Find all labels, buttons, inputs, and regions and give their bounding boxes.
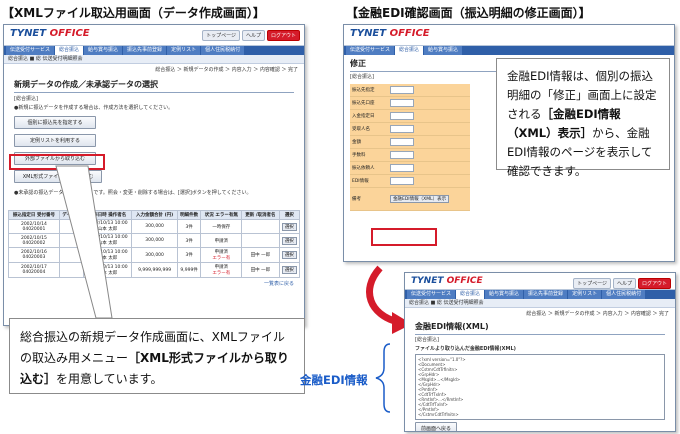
main-nav: 伝送受付サービス 総合振込 給与賞与振込 振込先事前登録 定例リスト 個人住民税…: [405, 290, 675, 299]
form-field[interactable]: [390, 99, 414, 107]
edi-xml-button[interactable]: 金融EDI情報（XML）表示: [390, 195, 450, 203]
help-button[interactable]: ヘルプ: [612, 278, 636, 289]
nav-tab[interactable]: 給与賞与振込: [485, 290, 524, 299]
form-field[interactable]: [390, 138, 414, 146]
xml-section-title: ファイルより取り込んだ金融EDI情報(XML): [415, 346, 516, 352]
nav-tab[interactable]: 給与賞与振込: [424, 46, 463, 55]
form-field[interactable]: [390, 125, 414, 133]
callout-right: 金融EDI情報は、個別の振込明細の「修正」画面上に設定される［金融EDI情報（X…: [496, 58, 670, 178]
form-field[interactable]: [390, 151, 414, 159]
form-label: 備考: [352, 197, 361, 202]
form-label: 振込先指定: [352, 88, 375, 93]
nav-tab[interactable]: 個人住民税納付: [602, 290, 646, 299]
form-field[interactable]: [390, 177, 414, 185]
sub-nav[interactable]: 総合振込 ■ 総 伝送受付明細照会: [405, 299, 675, 308]
callout-left: 総合振込の新規データ作成画面に、XMLファイルの取込み用メニュー［XML形式ファ…: [9, 318, 305, 394]
top-page-button[interactable]: トップページ: [573, 278, 611, 289]
form-field[interactable]: [390, 164, 414, 172]
form-label: 入金指定日: [352, 114, 375, 119]
form-label: EDI情報: [352, 179, 369, 184]
screen-edi-info: TYNET OFFICE トップページ ヘルプ ログアウト 伝送受付サービス 総…: [404, 272, 676, 432]
edi-info-label: 金融EDI情報: [300, 373, 368, 387]
brace-icon: [375, 343, 391, 413]
form-label: 受取人名: [352, 127, 370, 132]
breadcrumb: 総合振込 ＞ 新規データの作成 ＞ 内容入力 ＞ 内容確認 ＞ 完了: [526, 311, 669, 317]
form-label: 手数料: [352, 153, 366, 158]
nav-tab[interactable]: 定例リスト: [568, 290, 602, 299]
form-label: 振込依頼人: [352, 166, 375, 171]
correction-form: 振込先指定 振込先口座 入金指定日 受取人名 金額 手数料 振込依頼人 EDI情…: [350, 84, 470, 211]
form-label: 金額: [352, 140, 361, 145]
nav-tab[interactable]: 振込先事前登録: [524, 290, 568, 299]
form-field[interactable]: [390, 86, 414, 94]
logout-button[interactable]: ログアウト: [637, 278, 671, 289]
app-logo: TYNET OFFICE: [350, 28, 430, 39]
form-label: 振込先口座: [352, 101, 375, 106]
page-title: 金融EDI情報(XML): [415, 321, 665, 335]
page-subtitle: [総合振込]: [415, 337, 439, 343]
nav-tab-current[interactable]: 総合振込: [456, 290, 485, 299]
form-field[interactable]: [390, 112, 414, 120]
back-button[interactable]: 前画面へ戻る: [415, 422, 457, 431]
nav-tab[interactable]: 伝送受付サービス: [346, 46, 395, 55]
nav-tab-current[interactable]: 総合振込: [395, 46, 424, 55]
nav-tab[interactable]: 伝送受付サービス: [407, 290, 456, 299]
main-nav: 伝送受付サービス 総合振込 給与賞与振込: [344, 46, 674, 55]
callout-pointer-left: [55, 165, 113, 319]
app-logo: TYNET OFFICE: [411, 276, 483, 286]
xml-textarea[interactable]: <?xml version="1.0"?> <Document> <CstmrC…: [415, 354, 665, 420]
highlight-edi-button: [371, 228, 437, 246]
